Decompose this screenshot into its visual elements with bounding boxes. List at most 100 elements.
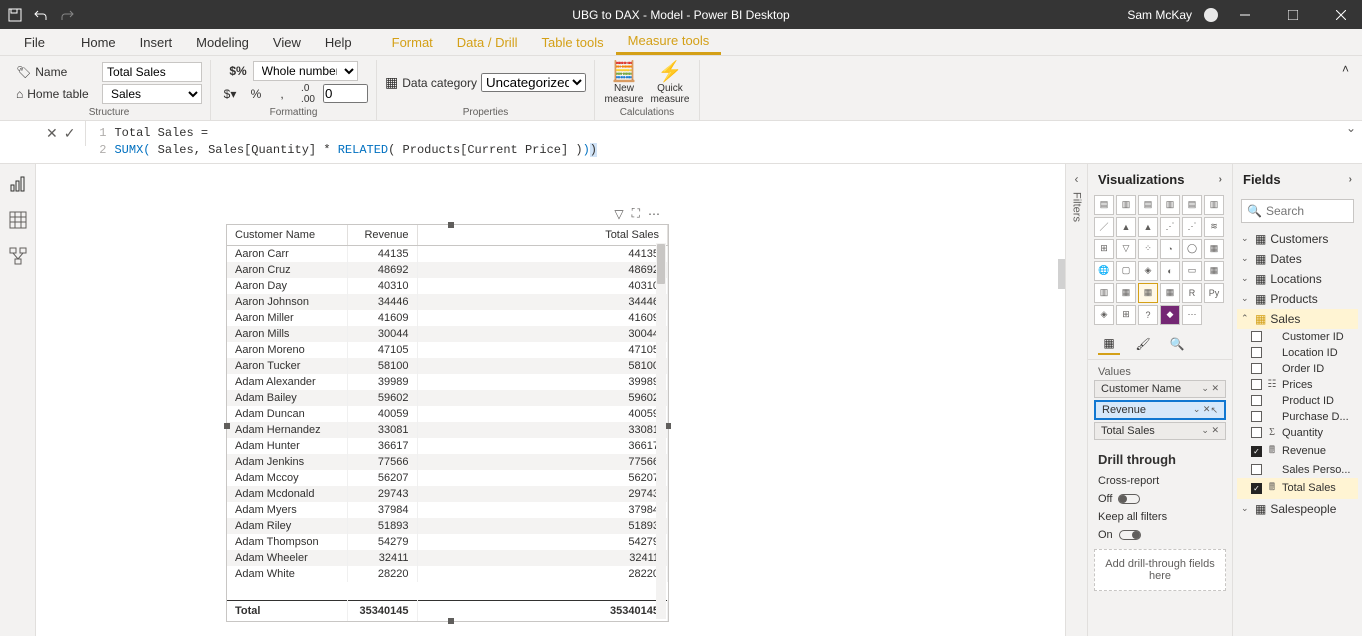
tab-file[interactable]: File (12, 29, 57, 55)
cross-report-toggle[interactable]: Off (1088, 491, 1232, 507)
field-prices[interactable]: ☷Prices (1237, 377, 1358, 393)
table-row[interactable]: Adam Myers3798437984 (227, 502, 668, 518)
table-row[interactable]: Aaron Moreno4710547105 (227, 342, 668, 358)
viz-treemap[interactable]: ▦ (1204, 239, 1224, 259)
tab-data-drill[interactable]: Data / Drill (445, 29, 530, 55)
table-row[interactable]: Adam Bailey5960259602 (227, 390, 668, 406)
table-row[interactable]: Adam Hunter3661736617 (227, 438, 668, 454)
collapse-viz-icon[interactable]: › (1219, 174, 1222, 185)
field-customer-id[interactable]: Customer ID (1237, 329, 1358, 345)
viz-table[interactable]: ▦ (1138, 283, 1158, 303)
tab-measure-tools[interactable]: Measure tools (616, 29, 722, 55)
home-table-select[interactable]: Sales (102, 84, 202, 104)
data-view-button[interactable] (6, 208, 30, 232)
field-order-id[interactable]: Order ID (1237, 361, 1358, 377)
formula-expand-button[interactable]: ⌄ (1340, 121, 1362, 135)
collapse-fields-icon[interactable]: › (1349, 174, 1352, 185)
quick-measure-button[interactable]: ⚡ Quick measure (649, 61, 691, 105)
table-row[interactable]: Aaron Day4031040310 (227, 278, 668, 294)
thousands-button[interactable]: , (271, 83, 293, 105)
viz-python[interactable]: Py (1204, 283, 1224, 303)
table-row[interactable]: Adam Thompson5427954279 (227, 534, 668, 550)
table-locations[interactable]: ⌄▦Locations (1237, 269, 1358, 289)
field-quantity[interactable]: ΣQuantity (1237, 425, 1358, 441)
viz-combo1[interactable]: ⋰ (1160, 217, 1180, 237)
table-row[interactable]: Aaron Cruz4869248692 (227, 262, 668, 278)
tab-home[interactable]: Home (69, 29, 128, 55)
format-select[interactable]: Whole number (253, 61, 358, 81)
col-revenue[interactable]: Revenue (347, 225, 417, 246)
measure-name-input[interactable] (102, 62, 202, 82)
viz-stacked-area[interactable]: ▲ (1138, 217, 1158, 237)
expand-filters-icon[interactable]: ‹ (1075, 172, 1079, 186)
percent-button[interactable]: % (245, 83, 267, 105)
tab-table-tools[interactable]: Table tools (529, 29, 615, 55)
table-sales[interactable]: ⌃▦Sales (1237, 309, 1358, 329)
tab-help[interactable]: Help (313, 29, 364, 55)
keep-filters-toggle[interactable]: On (1088, 527, 1232, 543)
drill-through-dropzone[interactable]: Add drill-through fields here (1094, 549, 1226, 591)
col-customer-name[interactable]: Customer Name (227, 225, 347, 246)
table-dates[interactable]: ⌄▦Dates (1237, 249, 1358, 269)
table-row[interactable]: Aaron Johnson3444634446 (227, 294, 668, 310)
viz-clustered-bar[interactable]: ▤ (1138, 195, 1158, 215)
table-row[interactable]: Adam Hernandez3308133081 (227, 422, 668, 438)
table-row[interactable]: Adam Alexander3998939989 (227, 374, 668, 390)
field-location-id[interactable]: Location ID (1237, 345, 1358, 361)
viz-multi-card[interactable]: ▦ (1204, 261, 1224, 281)
user-avatar-icon[interactable] (1204, 8, 1218, 22)
formula-commit-button[interactable]: ✓ (64, 125, 76, 142)
table-row[interactable]: Aaron Miller4160941609 (227, 310, 668, 326)
viz-kpi[interactable]: ▥ (1094, 283, 1114, 303)
tab-format[interactable]: Format (380, 29, 445, 55)
formula-editor[interactable]: 1Total Sales = 2SUMX( Sales, Sales[Quant… (86, 121, 1340, 163)
visual-filter-icon[interactable]: ▽ (614, 207, 623, 221)
table-row[interactable]: Adam Mcdonald2974329743 (227, 486, 668, 502)
viz-waterfall[interactable]: ⊞ (1094, 239, 1114, 259)
model-view-button[interactable] (6, 244, 30, 268)
viz-stacked-bar[interactable]: ▤ (1094, 195, 1114, 215)
table-scrollbar[interactable] (656, 243, 666, 619)
viz-100-col[interactable]: ▥ (1204, 195, 1224, 215)
well-total-sales[interactable]: Total Sales⌄ ✕ (1094, 422, 1226, 440)
field-total-sales[interactable]: ✓🖩Total Sales (1237, 478, 1358, 499)
visual-focus-icon[interactable]: ⛶ (632, 206, 640, 221)
page-scrollbar[interactable] (1058, 259, 1065, 289)
table-row[interactable]: Adam White2822028220 (227, 566, 668, 582)
tab-view[interactable]: View (261, 29, 313, 55)
table-row[interactable]: Adam Jenkins7756677566 (227, 454, 668, 470)
viz-matrix[interactable]: ▦ (1160, 283, 1180, 303)
viz-map[interactable]: 🌐 (1094, 261, 1114, 281)
viz-funnel[interactable]: ▽ (1116, 239, 1136, 259)
viz-card[interactable]: ▭ (1182, 261, 1202, 281)
collapse-ribbon-button[interactable]: ˄ (1342, 62, 1356, 76)
table-row[interactable]: Adam Wheeler3241132411 (227, 550, 668, 566)
viz-stacked-col[interactable]: ▥ (1116, 195, 1136, 215)
table-row[interactable]: Adam Riley5189351893 (227, 518, 668, 534)
table-row[interactable]: Aaron Mills3004430044 (227, 326, 668, 342)
viz-decomp[interactable]: ⊞ (1116, 305, 1136, 325)
viz-area[interactable]: ▲ (1116, 217, 1136, 237)
viz-qa[interactable]: ? (1138, 305, 1158, 325)
fields-tab-button[interactable]: ▦ (1098, 333, 1120, 355)
viz-more[interactable]: ⋯ (1182, 305, 1202, 325)
formula-cancel-button[interactable]: ✕ (46, 125, 58, 142)
table-products[interactable]: ⌄▦Products (1237, 289, 1358, 309)
viz-gauge[interactable]: ◐ (1160, 261, 1180, 281)
undo-icon[interactable] (34, 8, 48, 22)
currency-button[interactable]: $▾ (219, 83, 241, 105)
table-row[interactable]: Aaron Carr4413544135 (227, 246, 668, 262)
save-icon[interactable] (8, 8, 22, 22)
viz-line[interactable]: ／ (1094, 217, 1114, 237)
viz-clustered-col[interactable]: ▥ (1160, 195, 1180, 215)
format-tab-button[interactable]: 🖌 (1132, 333, 1154, 355)
tab-insert[interactable]: Insert (128, 29, 185, 55)
analytics-tab-button[interactable]: 🔍 (1166, 333, 1188, 355)
viz-donut[interactable]: ◯ (1182, 239, 1202, 259)
field-revenue[interactable]: ✓🖩Revenue (1237, 441, 1358, 462)
well-revenue[interactable]: Revenue⌄ ✕↖ (1094, 400, 1226, 420)
user-name[interactable]: Sam McKay (1127, 8, 1192, 22)
new-measure-button[interactable]: 🧮 New measure (603, 61, 645, 105)
viz-100-bar[interactable]: ▤ (1182, 195, 1202, 215)
data-category-select[interactable]: Uncategorized (481, 73, 586, 92)
